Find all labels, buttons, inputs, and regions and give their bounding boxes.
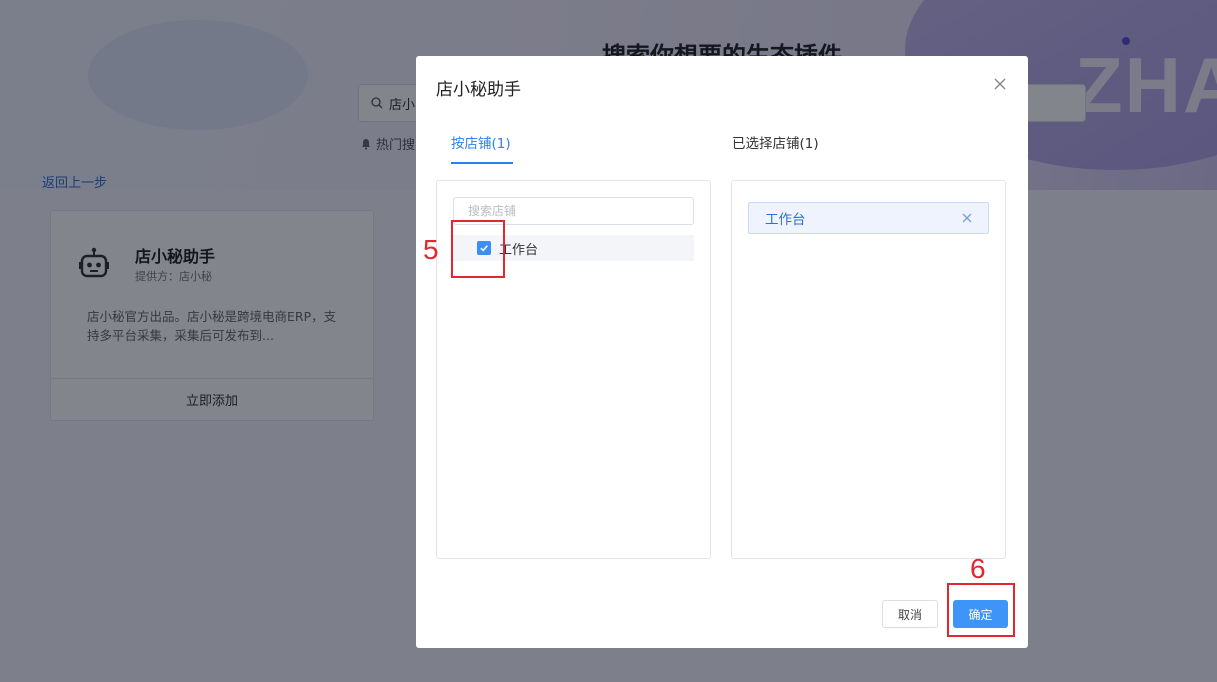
close-icon[interactable] bbox=[962, 213, 972, 223]
selected-stores-panel: 工作台 bbox=[731, 180, 1006, 559]
store-select-dialog: 店小秘助手 按店铺(1) 已选择店铺(1) 工作台 工作台 取消 确定 bbox=[416, 56, 1028, 648]
selected-stores-header: 已选择店铺(1) bbox=[732, 136, 819, 152]
annotation-number-step-5: 5 bbox=[423, 234, 439, 265]
selected-store-tag: 工作台 bbox=[748, 202, 989, 234]
active-tab-indicator bbox=[451, 162, 513, 164]
annotation-box-step-6 bbox=[947, 583, 1015, 637]
annotation-box-step-5 bbox=[451, 220, 505, 278]
cancel-button[interactable]: 取消 bbox=[882, 600, 938, 628]
selected-store-label: 工作台 bbox=[765, 212, 806, 228]
tab-by-store[interactable]: 按店铺(1) bbox=[451, 132, 511, 152]
close-icon[interactable] bbox=[992, 76, 1008, 92]
dialog-title: 店小秘助手 bbox=[436, 80, 521, 100]
annotation-number-step-6: 6 bbox=[970, 553, 986, 584]
